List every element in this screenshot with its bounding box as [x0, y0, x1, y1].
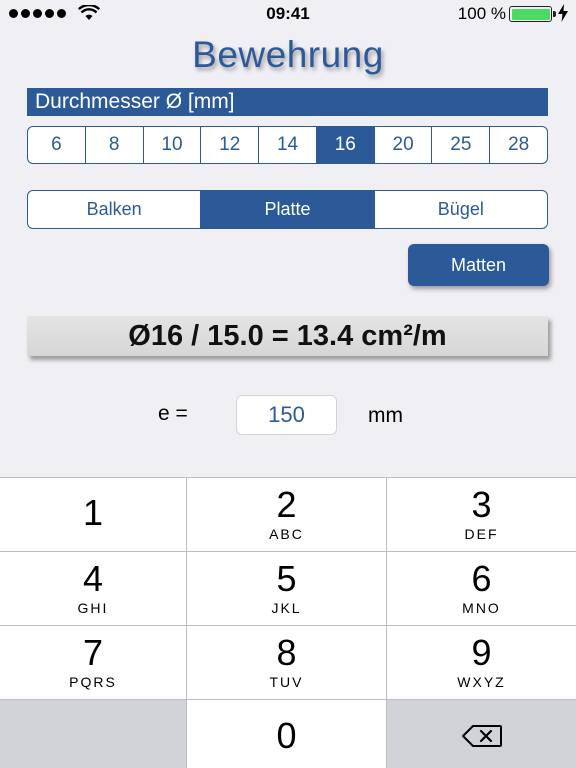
diameter-selector: 6 8 10 12 14 16 20 25 28: [27, 126, 548, 164]
result-display: Ø16 / 15.0 = 13.4 cm²/m: [27, 316, 548, 356]
diameter-option-16[interactable]: 16: [316, 127, 375, 163]
key-digit: 8: [276, 632, 297, 673]
battery-icon: [509, 6, 556, 22]
diameter-option-20[interactable]: 20: [375, 127, 433, 163]
key-digit: 4: [82, 558, 104, 599]
key-0[interactable]: 0: [187, 700, 387, 768]
key-letters: WXYZ: [457, 674, 506, 690]
key-letters: PQRS: [69, 674, 117, 690]
type-option-balken[interactable]: Balken: [28, 191, 202, 228]
page-title: Bewehrung: [192, 34, 384, 75]
key-digit: 9: [471, 632, 492, 673]
backspace-icon: [461, 725, 502, 747]
key-6[interactable]: 6 MNO: [387, 552, 576, 625]
key-3[interactable]: 3 DEF: [387, 478, 576, 551]
key-1[interactable]: 1: [0, 478, 187, 551]
diameter-option-25[interactable]: 25: [432, 127, 491, 163]
key-digit: 3: [471, 484, 492, 525]
key-digit: 0: [276, 715, 297, 756]
key-4[interactable]: 4 GHI: [0, 552, 187, 625]
diameter-option-6[interactable]: 6: [28, 127, 86, 163]
key-blank: [0, 700, 187, 768]
diameter-option-14[interactable]: 14: [259, 127, 317, 163]
type-option-platte[interactable]: Platte: [201, 191, 375, 228]
numeric-keypad: 1 2 ABC 3 DEF 4 GHI 5 JKL 6 MNO 7 PQRS 8…: [0, 477, 576, 768]
key-letters: DEF: [464, 526, 499, 542]
spacing-input[interactable]: 150: [236, 395, 337, 435]
spacing-unit: mm: [368, 404, 403, 427]
key-letters: MNO: [462, 600, 501, 616]
key-5[interactable]: 5 JKL: [187, 552, 387, 625]
key-7[interactable]: 7 PQRS: [0, 626, 187, 699]
key-2[interactable]: 2 ABC: [187, 478, 387, 551]
diameter-option-8[interactable]: 8: [86, 127, 144, 163]
key-digit: 5: [276, 558, 297, 599]
key-digit: 7: [82, 632, 104, 673]
key-letters: ABC: [269, 526, 304, 542]
status-bar: 09:41 100 %: [0, 0, 576, 28]
diameter-option-10[interactable]: 10: [144, 127, 202, 163]
matten-button[interactable]: Matten: [408, 244, 549, 286]
diameter-option-12[interactable]: 12: [201, 127, 260, 163]
type-option-buegel[interactable]: Bügel: [375, 191, 547, 228]
battery-percent: 100 %: [457, 4, 506, 23]
spacing-label: e =: [158, 402, 188, 425]
key-digit: 1: [82, 492, 104, 533]
key-8[interactable]: 8 TUV: [187, 626, 387, 699]
element-type-selector: Balken Platte Bügel: [27, 190, 548, 229]
key-letters: JKL: [271, 600, 302, 616]
key-digit: 2: [276, 484, 297, 525]
diameter-option-28[interactable]: 28: [490, 127, 547, 163]
key-digit: 6: [471, 558, 492, 599]
charging-bolt-icon: [558, 4, 568, 22]
key-letters: TUV: [269, 674, 304, 690]
key-delete[interactable]: [387, 700, 576, 768]
key-letters: GHI: [77, 600, 109, 616]
diameter-header: Durchmesser Ø [mm]: [27, 88, 548, 116]
key-9[interactable]: 9 WXYZ: [387, 626, 576, 699]
